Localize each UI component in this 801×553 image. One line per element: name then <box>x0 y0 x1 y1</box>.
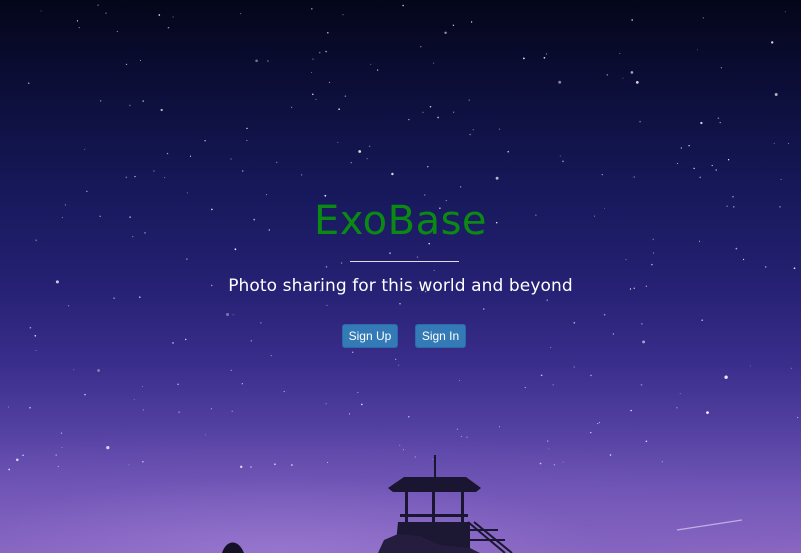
title-divider <box>350 261 459 262</box>
tower-antenna <box>434 455 436 478</box>
brand-title: ExoBase <box>313 198 488 244</box>
sign-up-button[interactable]: Sign Up <box>342 324 398 348</box>
sign-in-button[interactable]: Sign In <box>415 324 466 348</box>
tower-railing <box>467 521 513 553</box>
tagline: Photo sharing for this world and beyond <box>228 276 573 296</box>
foreground-bush <box>222 542 244 553</box>
meteor-streak <box>676 519 743 531</box>
auth-actions: Sign Up Sign In <box>0 324 801 348</box>
tower-roof <box>388 477 481 492</box>
